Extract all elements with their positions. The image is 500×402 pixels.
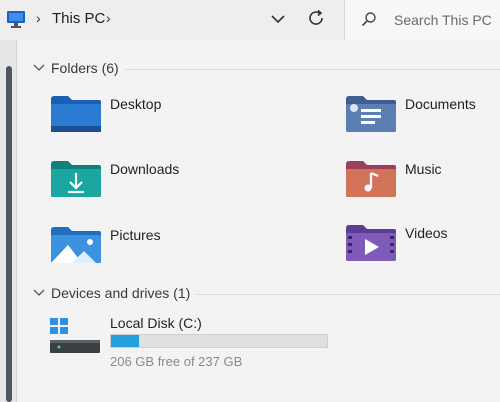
folder-label: Music	[405, 161, 442, 177]
drive-usage-fill	[111, 335, 140, 347]
chevron-right-icon[interactable]: ›	[106, 10, 111, 26]
folder-label: Videos	[405, 225, 448, 241]
folder-label: Downloads	[110, 161, 180, 177]
chevron-down-icon[interactable]	[268, 9, 288, 29]
folder-label: Documents	[405, 96, 476, 112]
search-icon	[361, 12, 376, 27]
chevron-down-icon	[33, 289, 45, 296]
search-placeholder: Search This PC	[394, 12, 492, 28]
folder-videos[interactable]: Videos	[345, 223, 500, 271]
folder-pictures[interactable]: Pictures	[50, 225, 220, 273]
chevron-down-icon	[33, 64, 45, 71]
drive-label: Local Disk (C:)	[110, 315, 202, 331]
music-folder-icon	[346, 161, 396, 197]
drive-usage-bar	[110, 334, 328, 348]
address-bar[interactable]: › This PC ›	[0, 0, 333, 40]
scrollbar-thumb[interactable]	[6, 66, 12, 402]
pictures-folder-icon	[51, 227, 101, 263]
section-divider	[125, 69, 500, 70]
desktop-folder-icon	[51, 96, 101, 132]
drive-free-space: 206 GB free of 237 GB	[110, 354, 243, 369]
downloads-folder-icon	[51, 161, 101, 197]
section-divider	[196, 294, 500, 295]
drives-section-title: Devices and drives (1)	[51, 285, 191, 301]
drives-section-header[interactable]: Devices and drives (1)	[33, 285, 190, 301]
folders-section-title: Folders (6)	[51, 60, 119, 76]
documents-folder-icon	[346, 96, 396, 132]
chevron-right-icon[interactable]: ›	[36, 10, 41, 26]
folders-section-header[interactable]: Folders (6)	[33, 60, 119, 76]
folder-label: Pictures	[110, 227, 161, 243]
folder-label: Desktop	[110, 96, 162, 112]
refresh-icon[interactable]	[305, 7, 327, 29]
address-toolbar: › This PC › Search This PC	[0, 0, 500, 40]
breadcrumb-this-pc[interactable]: This PC	[52, 10, 105, 27]
windows-drive-icon	[50, 318, 100, 353]
folder-downloads[interactable]: Downloads	[50, 159, 220, 207]
videos-folder-icon	[346, 225, 396, 261]
folder-music[interactable]: Music	[345, 159, 500, 207]
folder-documents[interactable]: Documents	[345, 94, 500, 142]
search-input[interactable]: Search This PC	[344, 0, 500, 40]
folder-desktop[interactable]: Desktop	[50, 94, 220, 142]
monitor-icon	[7, 11, 25, 28]
